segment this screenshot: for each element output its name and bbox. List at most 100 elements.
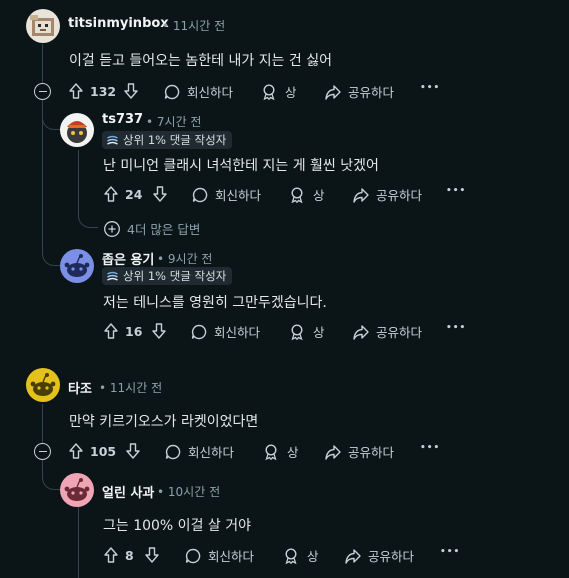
- downvote-button[interactable]: [123, 82, 145, 100]
- upvote-icon: [104, 323, 118, 339]
- upvote-button[interactable]: 16: [103, 322, 142, 340]
- avatar[interactable]: [26, 9, 60, 43]
- meta-separator: •: [162, 19, 170, 33]
- more-options-button[interactable]: •••: [446, 186, 466, 196]
- downvote-button[interactable]: [151, 322, 173, 340]
- vote-count: 105: [90, 443, 117, 459]
- reply-label: 회신하다: [208, 549, 255, 564]
- award-button[interactable]: 상: [261, 82, 297, 101]
- comment-timestamp: • 10시간 전: [157, 483, 220, 500]
- share-label: 공유하다: [376, 188, 423, 203]
- comment-author[interactable]: ts737: [102, 112, 143, 127]
- award-icon: [291, 186, 303, 203]
- award-button[interactable]: 상: [289, 185, 325, 204]
- award-label: 상: [287, 445, 299, 460]
- downvote-icon: [126, 443, 140, 459]
- reply-button[interactable]: 회신하다: [190, 322, 260, 341]
- share-icon: [353, 324, 369, 340]
- collapse-thread-button[interactable]: [34, 443, 51, 460]
- timestamp-text: 11시간 전: [109, 381, 163, 395]
- vote-count: 24: [125, 186, 143, 202]
- upvote-button[interactable]: 132: [68, 82, 116, 100]
- avatar[interactable]: [60, 249, 94, 283]
- award-icon: [285, 547, 297, 564]
- award-icon: [291, 323, 303, 340]
- badge-label: 상위 1% 댓글 작성자: [123, 269, 227, 283]
- reply-button[interactable]: 회신하다: [184, 546, 254, 565]
- upvote-icon: [69, 83, 83, 99]
- meta-separator: •: [99, 381, 107, 395]
- share-button[interactable]: 공유하다: [324, 82, 394, 101]
- avatar[interactable]: [26, 368, 60, 402]
- thread-branch: [42, 100, 60, 130]
- downvote-button[interactable]: [144, 546, 166, 564]
- thread-line: [78, 505, 79, 578]
- award-label: 상: [313, 188, 325, 203]
- comment-author[interactable]: 얼린 사과: [102, 482, 154, 501]
- more-options-button[interactable]: •••: [446, 323, 466, 333]
- upvote-icon: [104, 186, 118, 202]
- reply-label: 회신하다: [188, 445, 235, 460]
- award-label: 상: [313, 325, 325, 340]
- comment-body: 그는 100% 이걸 살 거야: [103, 518, 251, 534]
- reply-button[interactable]: 회신하다: [163, 82, 233, 101]
- collapse-thread-button[interactable]: [34, 83, 51, 100]
- user-avatar-icon: [67, 121, 87, 143]
- upvote-button[interactable]: 8: [103, 546, 134, 564]
- comment-bubble-icon: [191, 324, 207, 339]
- reply-button[interactable]: 회신하다: [191, 185, 261, 204]
- timestamp-text: 7시간 전: [156, 115, 202, 129]
- upvote-icon: [104, 547, 118, 563]
- award-label: 상: [285, 85, 297, 100]
- comment-bubble-icon: [192, 187, 208, 202]
- downvote-icon: [153, 186, 167, 202]
- comment-author[interactable]: 타조: [68, 378, 92, 397]
- more-options-button[interactable]: •••: [420, 443, 440, 453]
- thread-branch: [42, 460, 60, 490]
- comment-bubble-icon: [164, 84, 180, 99]
- comment-bubble-icon: [165, 444, 181, 459]
- comment-timestamp: • 7시간 전: [146, 113, 201, 130]
- thread-line: [42, 404, 43, 444]
- share-icon: [325, 444, 341, 460]
- share-button[interactable]: 공유하다: [352, 185, 422, 204]
- comment-body: 만약 키르기오스가 라켓이었다면: [69, 414, 259, 430]
- reply-button[interactable]: 회신하다: [164, 442, 234, 461]
- comment-author[interactable]: titsinmyinbox: [68, 16, 169, 31]
- thread-branch: [78, 200, 98, 228]
- avatar[interactable]: [60, 473, 94, 507]
- thread-line: [42, 44, 43, 84]
- more-replies-label: 4더 많은 답변: [127, 222, 201, 237]
- award-label: 상: [307, 549, 319, 564]
- downvote-icon: [124, 83, 138, 99]
- comment-body: 이걸 듣고 들어오는 놈한테 내가 지는 건 싫어: [69, 53, 332, 69]
- vote-count: 132: [90, 83, 117, 99]
- comment-timestamp: • 9시간 전: [157, 250, 212, 267]
- badge-label: 상위 1% 댓글 작성자: [123, 133, 227, 147]
- upvote-button[interactable]: 24: [103, 185, 142, 203]
- meta-separator: •: [157, 252, 165, 266]
- snoo-avatar-icon: [64, 254, 90, 277]
- avatar[interactable]: [60, 113, 94, 147]
- comment-timestamp: • 11시간 전: [162, 17, 225, 34]
- comment-body: 난 미니언 클래시 녀석한테 지는 게 훨씬 낫겠어: [103, 158, 379, 174]
- share-label: 공유하다: [348, 85, 395, 100]
- comment-author[interactable]: 좁은 용기: [102, 249, 154, 268]
- timestamp-text: 9시간 전: [167, 252, 213, 266]
- share-button[interactable]: 공유하다: [352, 322, 422, 341]
- more-options-button[interactable]: •••: [420, 83, 440, 93]
- share-button[interactable]: 공유하다: [324, 442, 394, 461]
- downvote-button[interactable]: [125, 442, 147, 460]
- downvote-button[interactable]: [152, 185, 174, 203]
- more-options-button[interactable]: •••: [440, 547, 460, 557]
- award-button[interactable]: 상: [283, 546, 319, 565]
- award-button[interactable]: 상: [289, 322, 325, 341]
- more-replies-button[interactable]: 4더 많은 답변: [103, 219, 200, 238]
- award-button[interactable]: 상: [263, 442, 299, 461]
- timestamp-text: 10시간 전: [167, 485, 221, 499]
- upvote-icon: [69, 443, 83, 459]
- upvote-button[interactable]: 105: [68, 442, 116, 460]
- share-button[interactable]: 공유하다: [344, 546, 414, 565]
- badge-icon: [107, 271, 118, 281]
- downvote-icon: [152, 323, 166, 339]
